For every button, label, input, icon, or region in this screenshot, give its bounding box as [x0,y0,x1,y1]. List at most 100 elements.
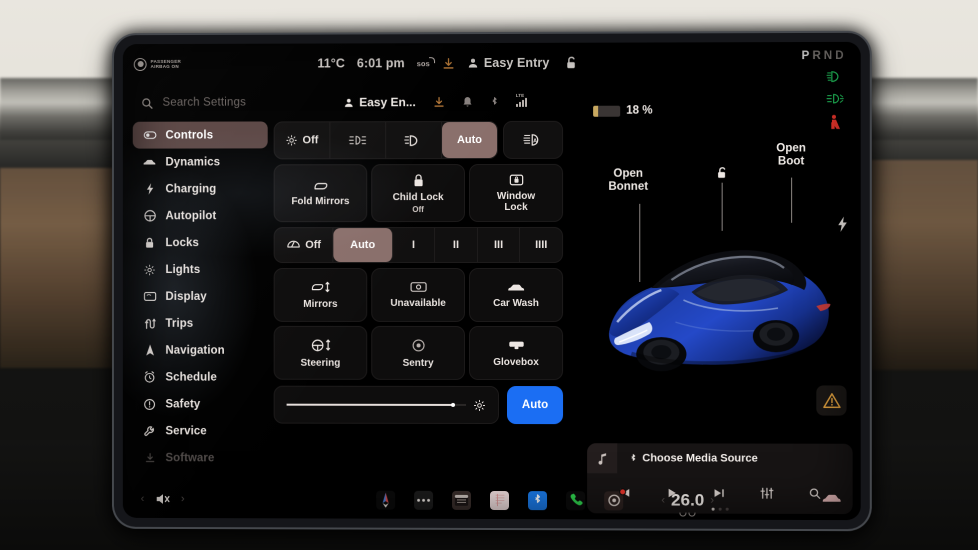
notes-app-icon[interactable] [490,491,509,510]
child-lock-icon [412,173,425,188]
volume-increase-button[interactable]: › [181,493,185,505]
sidebar-item-controls[interactable]: Controls [133,121,268,148]
clock: 6:01 pm [357,56,405,70]
glovebox-button[interactable]: Glovebox [469,326,563,380]
brightness-auto-button[interactable]: Auto [507,386,563,424]
mirrors-adjust-button[interactable]: Mirrors [274,268,368,322]
brightness-knob[interactable] [451,403,455,407]
download-icon[interactable] [433,96,445,108]
calendar-app-icon[interactable] [452,490,471,509]
sidebar-item-safety[interactable]: Safety [133,390,268,417]
auto-high-beam-button[interactable]: A [503,121,563,159]
fold-mirrors-button[interactable]: Fold Mirrors [274,164,368,222]
lte-signal-icon: LTE [516,97,527,106]
unlock-icon[interactable] [566,55,579,70]
media-source-button[interactable]: Choose Media Source [629,452,758,464]
brightness-slider[interactable] [274,386,499,424]
auto-high-beam-icon: A [523,133,544,147]
wiper-segmented-control[interactable]: Off Auto I II III IIII [274,227,563,263]
bell-icon[interactable] [462,96,473,108]
low-beam-button[interactable] [386,122,442,158]
brightness-fill [287,404,454,406]
glovebox-icon [508,339,525,352]
wiper-auto-button[interactable]: Auto [334,228,393,262]
dashcam-app-icon[interactable] [604,491,623,510]
headlight-off-button[interactable]: Off [275,122,331,158]
window-lock-button[interactable]: Window Lock [469,164,563,222]
sidebar-item-charging[interactable]: Charging [133,175,268,202]
camera-unavailable-button[interactable]: Unavailable [371,268,465,322]
infotainment-screen[interactable]: PASSENGER AIRBAG ON 11°C 6:01 pm sos Eas… [123,42,861,520]
download-icon[interactable] [442,57,455,70]
driver-profile-button[interactable]: Easy Entry [467,56,550,70]
sidebar-item-label: Charging [165,183,216,195]
camera-icon [410,281,427,293]
touchscreen-bezel: PASSENGER AIRBAG ON 11°C 6:01 pm sos Eas… [114,33,870,529]
sidebar-item-dynamics[interactable]: Dynamics [133,148,268,175]
unlock-icon[interactable] [716,166,729,181]
headlight-auto-button[interactable]: Auto [442,122,497,158]
wiper-speed-2-button[interactable]: II [435,228,478,262]
vehicle-alert-button[interactable] [816,385,846,415]
sidebar-item-navigation[interactable]: Navigation [133,337,268,364]
profile-chip[interactable]: Easy En... [343,95,415,109]
sidebar-item-service[interactable]: Service [133,417,268,444]
child-lock-label: Child Lock [393,192,444,203]
volume-mute-icon[interactable] [154,492,171,506]
wiper-icon [286,239,300,251]
headlight-segmented-control[interactable]: Off Auto [274,121,498,159]
steering-adjust-button[interactable]: Steering [274,326,368,380]
display-icon [143,291,157,302]
car-wash-button[interactable]: Car Wash [469,268,563,322]
navigation-icon [143,344,157,357]
temperature-value[interactable]: 26.0 [671,490,704,510]
wiper-speed-1-button[interactable]: I [393,228,436,262]
open-boot-button[interactable]: Open Boot [758,142,825,168]
volume-decrease-button[interactable]: ‹ [141,493,145,505]
brightness-track[interactable] [287,404,466,406]
bluetooth-app-icon[interactable] [528,491,547,510]
wiper-speed-4-button[interactable]: IIII [520,228,562,262]
sidebar-item-schedule[interactable]: Schedule [133,364,268,391]
sidebar-item-trips[interactable]: Trips [133,310,268,337]
airbag-label-line2: AIRBAG ON [151,64,181,69]
gear-remaining: RND [812,50,846,62]
search-input[interactable]: Search Settings [141,96,246,109]
search-icon [141,96,154,109]
temperature-decrease-button[interactable]: ‹ [661,494,665,506]
charge-port-bolt-icon[interactable] [836,216,848,233]
settings-sidebar[interactable]: Controls Dynamics Charging Autopilot Locks Li… [133,121,268,480]
sidebar-item-software[interactable]: Software [133,444,268,471]
sun-icon [143,264,157,276]
sidebar-item-lights[interactable]: Lights [133,256,268,283]
climate-temperature-control[interactable]: ‹ 26.0 › [661,481,714,519]
wiper-off-button[interactable]: Off [275,228,334,262]
route-icon [143,317,157,329]
bluetooth-icon[interactable] [490,95,499,108]
media-player-header[interactable]: Choose Media Source [587,443,853,474]
wiper-off-label: Off [305,239,321,251]
vehicle-visualization[interactable]: Open Bonnet Open Boot [579,137,861,428]
temperature-increase-button[interactable]: › [710,495,714,507]
sentry-mode-button[interactable]: Sentry [371,326,465,380]
app-launcher-row[interactable] [376,481,623,520]
dashboard-wood-trim-right [858,160,978,370]
hvac-car-icon[interactable] [821,492,842,505]
open-bonnet-button[interactable]: Open Bonnet [591,168,665,194]
sidebar-item-display[interactable]: Display [133,283,268,310]
gear-selected: P [802,50,813,62]
mirror-adjust-icon [310,280,331,294]
wiper-speed-3-button[interactable]: III [478,228,521,262]
volume-controls[interactable]: ‹ › [141,492,185,506]
sidebar-item-locks[interactable]: Locks [133,229,268,256]
more-apps-icon[interactable] [414,490,433,509]
navigation-app-icon[interactable] [376,490,395,509]
parking-light-button[interactable] [330,122,386,158]
battery-indicator[interactable]: 18 % [593,105,652,117]
camera-status-label: Unavailable [390,298,445,309]
sidebar-item-autopilot[interactable]: Autopilot [133,202,268,229]
person-icon [467,57,479,69]
child-lock-button[interactable]: Child Lock Off [371,164,465,222]
phone-app-icon[interactable] [566,491,585,510]
sos-icon[interactable]: sos [417,59,430,68]
